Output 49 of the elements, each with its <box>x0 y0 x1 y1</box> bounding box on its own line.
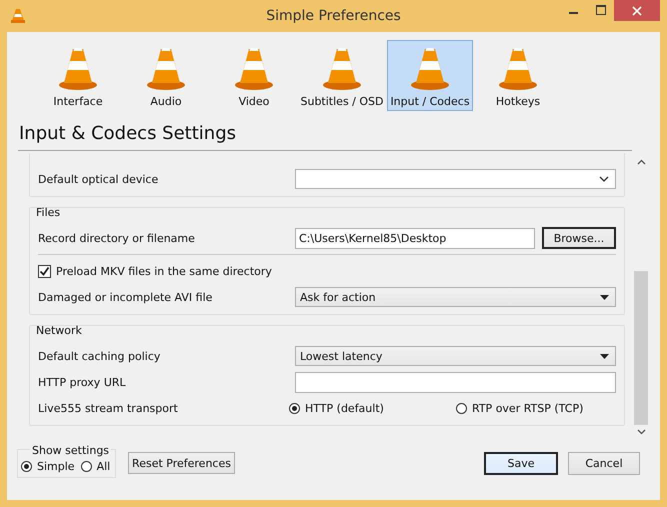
checkbox[interactable] <box>38 264 51 278</box>
category-tab[interactable]: Subtitles / OSD <box>299 40 385 111</box>
field-label: Damaged or incomplete AVI file <box>38 290 214 304</box>
category-tab[interactable]: Video <box>211 40 297 111</box>
chevron-down-icon <box>599 176 609 182</box>
traffic-cone-icon <box>320 45 364 91</box>
traffic-cone-icon <box>408 45 452 91</box>
checkbox-label: Preload MKV files in the same directory <box>56 264 272 278</box>
traffic-cone-icon <box>56 45 100 91</box>
chevron-up-icon[interactable] <box>636 159 646 165</box>
close-icon <box>632 6 642 16</box>
path-field[interactable]: C:\Users\Kernel85\Desktop <box>295 228 535 248</box>
window-title: Simple Preferences <box>266 8 401 24</box>
cancel-button[interactable]: Cancel <box>568 452 640 475</box>
field-label: Record directory or filename <box>38 232 196 244</box>
dropdown[interactable]: Lowest latency <box>295 346 616 366</box>
traffic-cone-icon <box>496 45 540 91</box>
radio-label: Simple <box>37 460 75 473</box>
radio-label: All <box>96 460 110 473</box>
radio-button[interactable] <box>21 461 32 472</box>
browse-button[interactable]: Browse... <box>542 227 616 249</box>
category-tab[interactable]: Input / Codecs <box>387 40 473 111</box>
field-label: HTTP proxy URL <box>38 376 127 388</box>
group-title: Show settings <box>30 444 112 457</box>
field-label: Default optical device <box>38 172 160 186</box>
category-tab[interactable]: Audio <box>123 40 209 111</box>
group-title: Network <box>36 324 83 337</box>
radio-label: RTP over RTSP (TCP) <box>472 402 584 414</box>
close-button[interactable] <box>614 0 660 21</box>
group-title: Files <box>36 206 62 219</box>
triangle-down-icon <box>600 294 609 300</box>
category-tab[interactable]: Interface <box>35 40 121 111</box>
text-field[interactable] <box>295 372 616 392</box>
reset-preferences-button[interactable]: Reset Preferences <box>128 452 235 474</box>
field-label: Live555 stream transport <box>38 402 179 414</box>
radio-button[interactable] <box>289 402 300 414</box>
save-button[interactable]: Save <box>484 452 558 475</box>
field-label: Default caching policy <box>38 350 162 362</box>
traffic-cone-icon <box>232 45 276 91</box>
triangle-down-icon <box>600 354 609 358</box>
cone-icon <box>10 8 26 24</box>
page-heading: Input & Codecs Settings <box>19 123 237 144</box>
traffic-cone-icon <box>144 45 188 91</box>
radio-button[interactable] <box>80 461 92 472</box>
dropdown[interactable]: Ask for action <box>295 287 616 307</box>
radio-button[interactable] <box>456 402 467 414</box>
radio-label: HTTP (default) <box>305 402 384 414</box>
chevron-down-icon[interactable] <box>636 429 646 435</box>
category-tab[interactable]: Hotkeys <box>475 40 561 111</box>
